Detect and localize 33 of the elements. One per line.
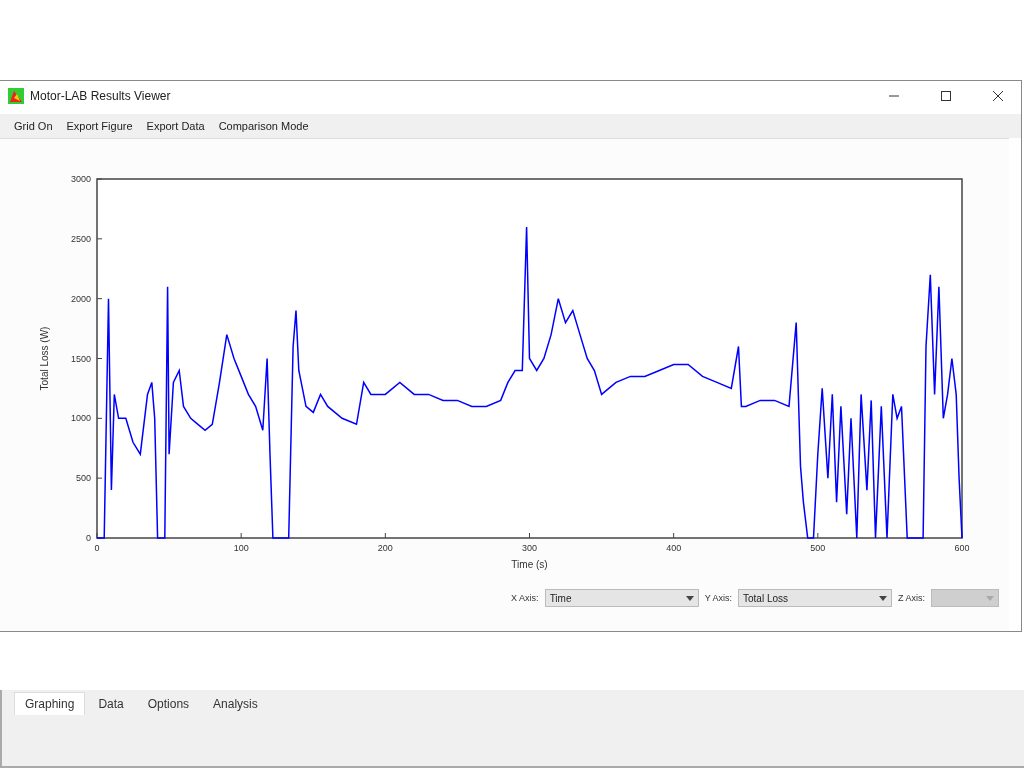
- x-axis-title: Time (s): [511, 559, 548, 570]
- y-tick-label: 3000: [70, 174, 91, 184]
- close-icon[interactable]: [993, 91, 1003, 101]
- y-axis-title: Total Loss (W): [39, 326, 50, 391]
- y-tick-label: 0: [86, 533, 91, 543]
- app-icon: [8, 88, 24, 104]
- y-tick-label: 2500: [70, 233, 91, 244]
- x-tick-label: 400: [666, 543, 682, 553]
- window-title: Motor-LAB Results Viewer: [30, 89, 172, 103]
- axis-label: X Axis:: [511, 593, 539, 603]
- axis-label: Z Axis:: [898, 593, 925, 603]
- menu-item[interactable]: Comparison Mode: [218, 120, 309, 132]
- x-tick-label: 0: [94, 543, 100, 553]
- x-tick-label: 200: [377, 543, 393, 553]
- axis-dropdown[interactable]: Time: [544, 589, 699, 607]
- tab[interactable]: Graphing: [14, 692, 86, 715]
- x-tick-label: 300: [522, 543, 537, 553]
- menu-item[interactable]: Export Figure: [66, 120, 133, 132]
- caret-icon: [986, 595, 994, 601]
- axis-dropdown[interactable]: Total Loss: [738, 589, 892, 607]
- maximize-icon[interactable]: [941, 91, 951, 101]
- y-tick-label: 2000: [70, 293, 91, 304]
- x-tick-label: 100: [233, 543, 249, 553]
- menu-item[interactable]: Grid On: [14, 120, 53, 132]
- y-tick-label: 1000: [70, 413, 91, 424]
- axis-label: Y Axis:: [704, 593, 732, 603]
- x-tick-label: 600: [954, 543, 970, 553]
- caret-icon: [685, 595, 694, 601]
- x-tick-label: 500: [810, 543, 826, 553]
- y-tick-label: 500: [75, 473, 91, 484]
- y-tick-label: 1500: [70, 353, 91, 364]
- menu-item[interactable]: Export Data: [146, 120, 205, 132]
- caret-icon: [879, 595, 887, 601]
